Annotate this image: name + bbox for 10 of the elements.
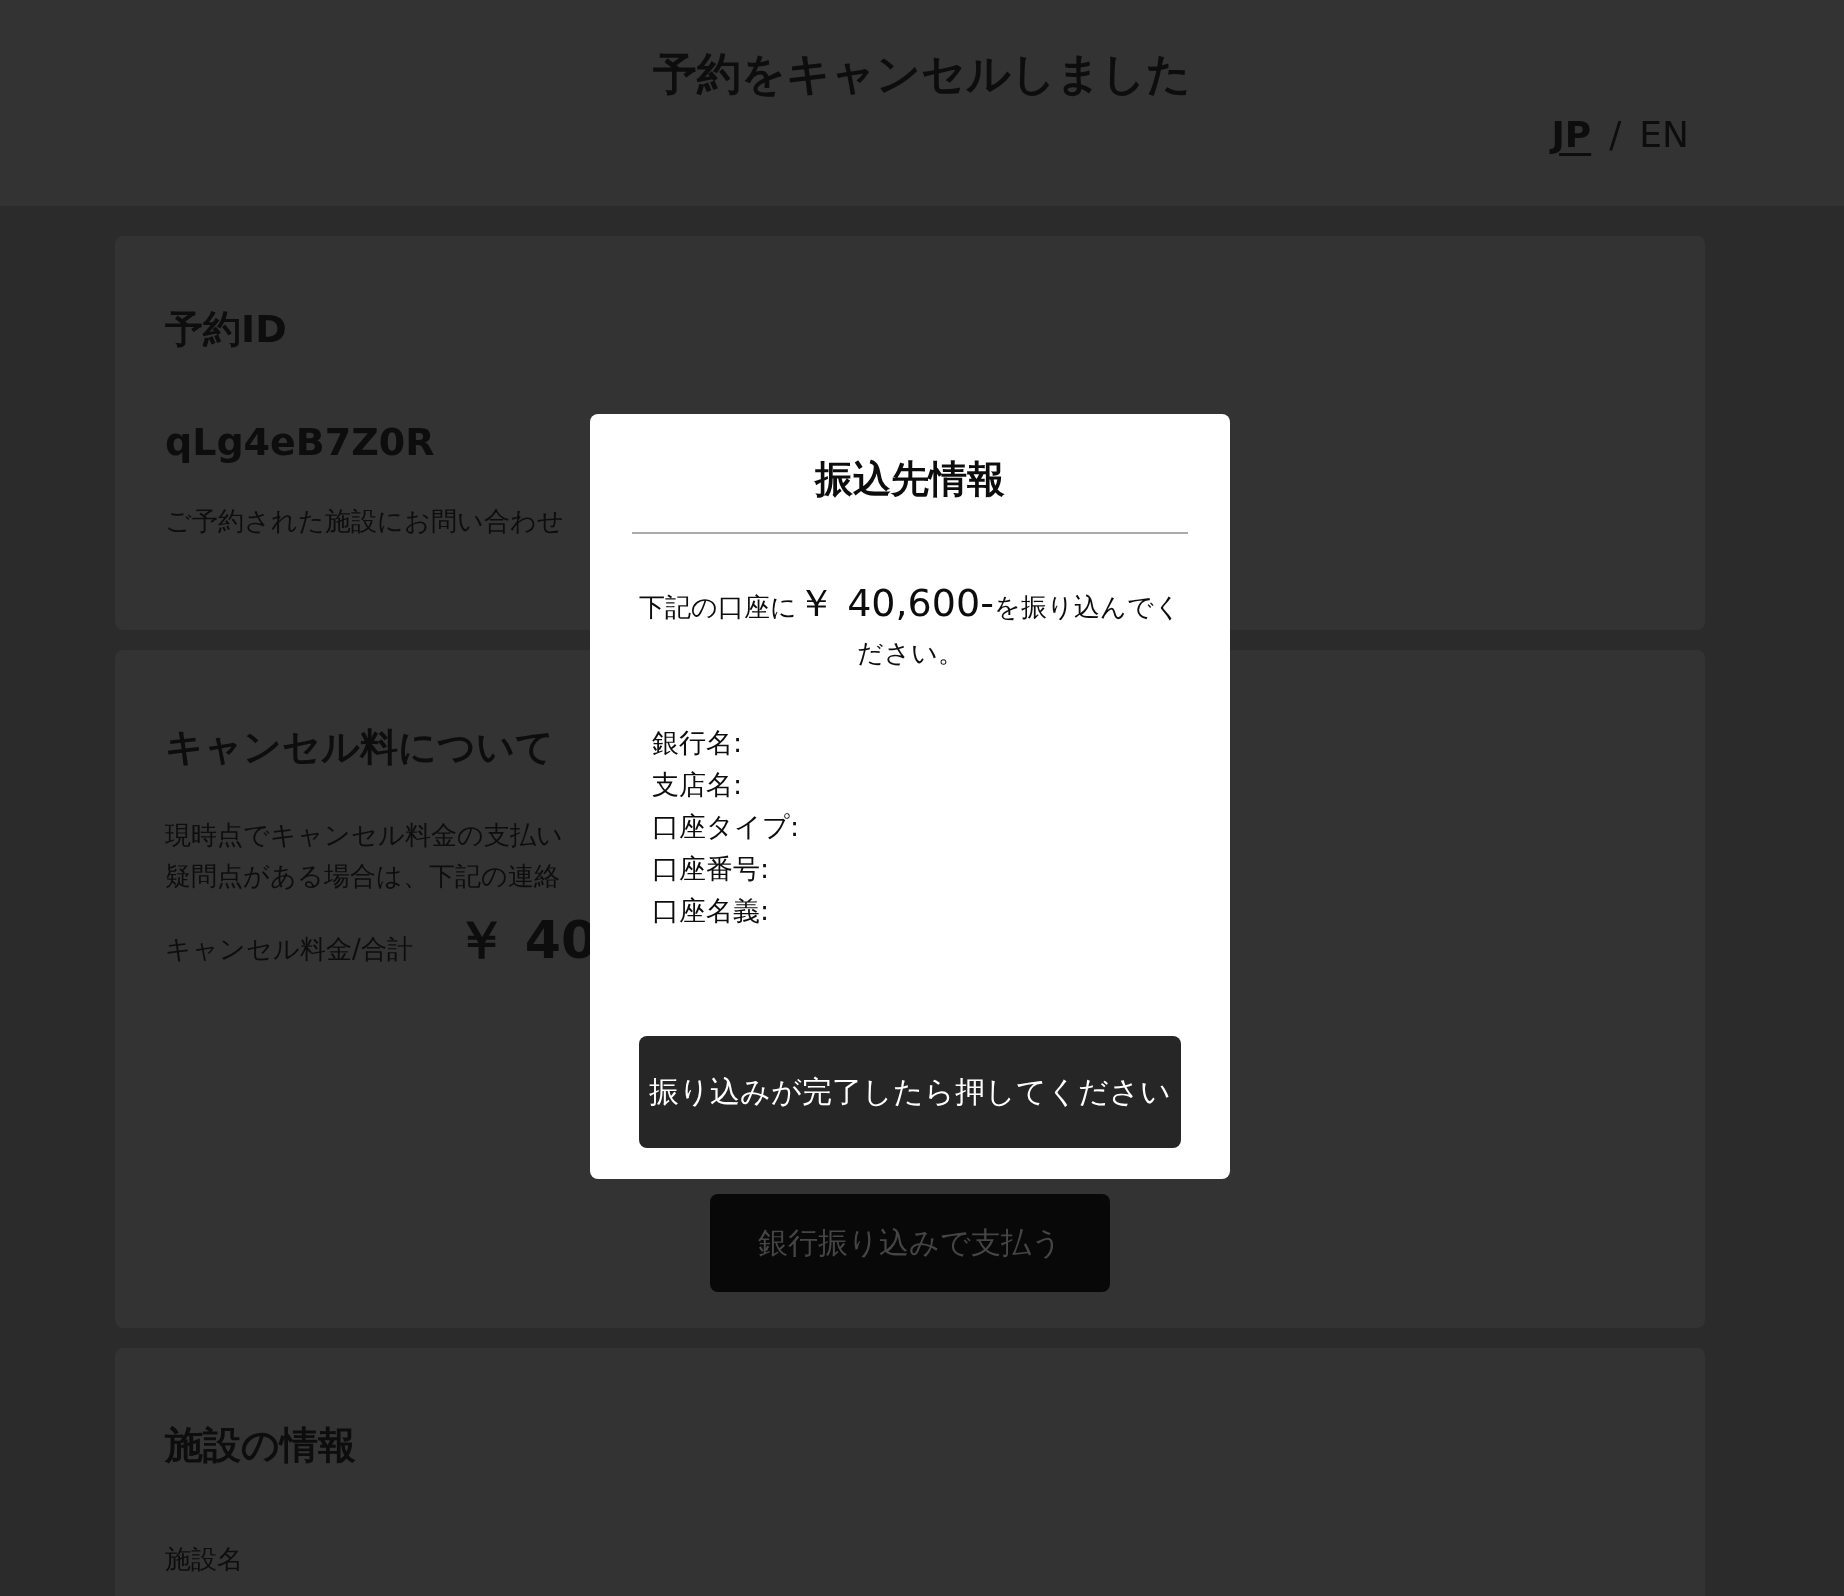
language-separator: / — [1609, 114, 1622, 155]
account-field-label: 支店名: — [652, 768, 744, 802]
transfer-message: 下記の口座に￥ 40,600-を振り込んでください。 — [638, 580, 1182, 670]
account-field-label: 銀行名: — [652, 726, 744, 760]
dialog-title: 振込先情報 — [813, 456, 1006, 503]
account-field-label: 口座番号: — [652, 852, 771, 886]
bank-transfer-button[interactable]: 銀行振り込みで支払う — [710, 1194, 1110, 1292]
transfer-complete-button[interactable]: 振り込みが完了したら押してください — [639, 1036, 1181, 1148]
account-field-label: 口座名義: — [652, 894, 771, 928]
account-field-label: 口座タイプ: — [652, 810, 801, 844]
